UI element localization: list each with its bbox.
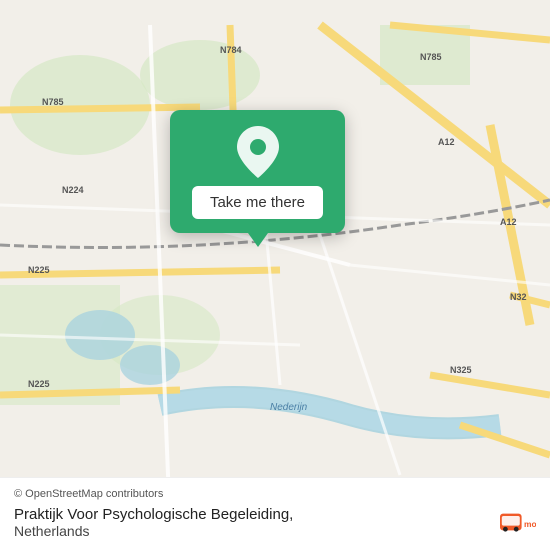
osm-credit: © OpenStreetMap contributors [14, 488, 536, 500]
svg-text:N225: N225 [28, 379, 50, 389]
svg-text:A12: A12 [500, 217, 517, 227]
svg-text:N325: N325 [450, 365, 472, 375]
svg-text:N784: N784 [220, 45, 242, 55]
svg-text:N32: N32 [510, 292, 527, 302]
svg-text:A12: A12 [438, 137, 455, 147]
popup-card: Take me there [170, 110, 345, 233]
take-me-there-button[interactable]: Take me there [192, 186, 323, 219]
svg-text:N785: N785 [42, 97, 64, 107]
bottom-bar: © OpenStreetMap contributors Praktijk Vo… [0, 477, 550, 550]
svg-text:moovit: moovit [524, 519, 536, 529]
location-icon [234, 128, 282, 176]
bottom-row: Praktijk Voor Psychologische Begeleiding… [14, 504, 536, 540]
svg-text:Nederijn: Nederijn [270, 402, 308, 413]
place-country: Netherlands [14, 523, 293, 539]
svg-text:N224: N224 [62, 185, 84, 195]
svg-text:N225: N225 [28, 265, 50, 275]
place-name: Praktijk Voor Psychologische Begeleiding… [14, 506, 293, 523]
map-container: N785 N784 N785 A12 A12 N224 N225 N225 N3… [0, 0, 550, 550]
map-background: N785 N784 N785 A12 A12 N224 N225 N225 N3… [0, 0, 550, 550]
moovit-logo: moovit [500, 504, 536, 540]
svg-text:N785: N785 [420, 52, 442, 62]
